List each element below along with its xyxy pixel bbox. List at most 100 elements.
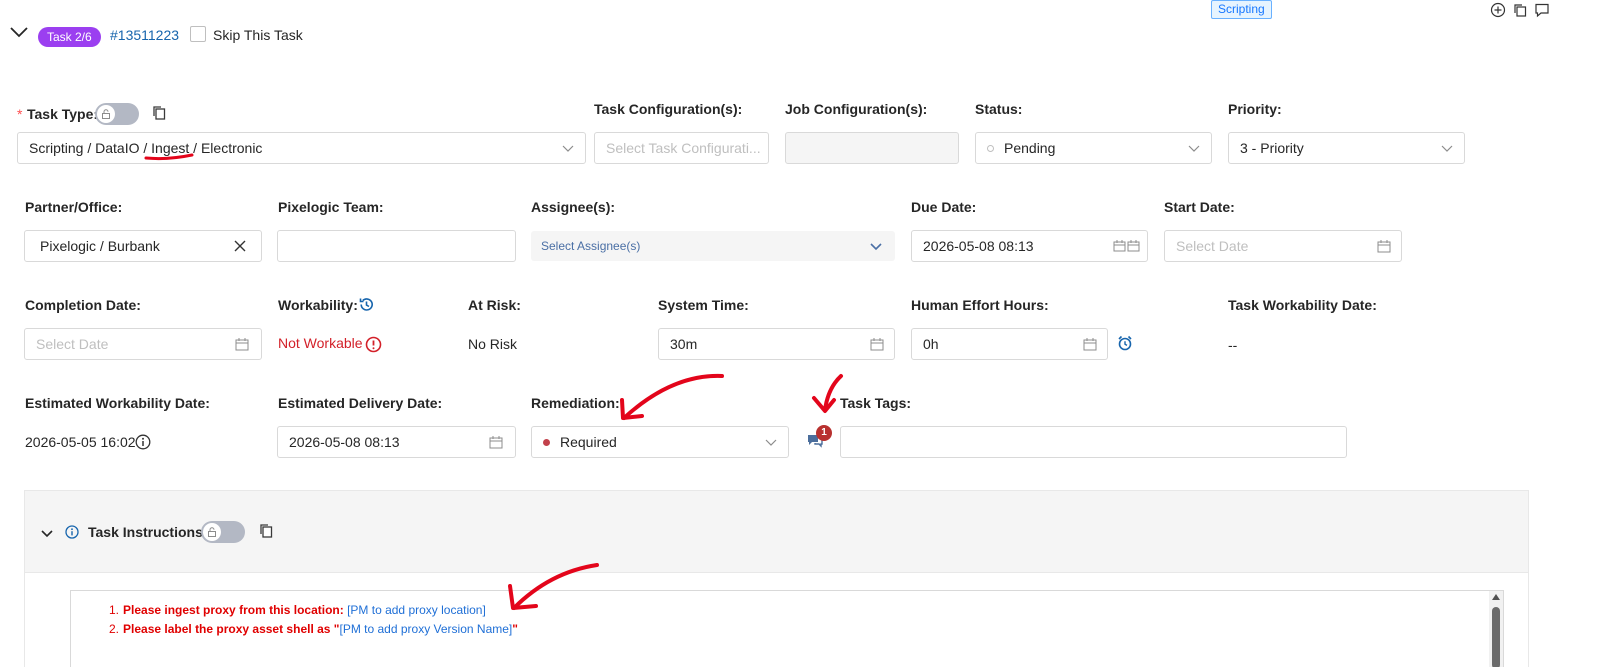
priority-select[interactable]: 3 - Priority bbox=[1228, 132, 1465, 164]
completion-date-label: Completion Date: bbox=[25, 297, 141, 313]
chevron-down-icon bbox=[1440, 141, 1454, 155]
priority-label: Priority: bbox=[1228, 101, 1282, 117]
task-badge: Task 2/6 bbox=[38, 27, 101, 47]
remediation-dot-icon bbox=[543, 438, 550, 446]
calendar-icon bbox=[1113, 239, 1141, 253]
alarm-clock-icon[interactable] bbox=[1117, 335, 1133, 351]
copy-task-type-icon[interactable] bbox=[151, 105, 167, 121]
start-date-picker[interactable]: Select Date bbox=[1164, 230, 1402, 262]
est-delivery-value: 2026-05-08 08:13 bbox=[289, 434, 400, 450]
skip-task-checkbox[interactable] bbox=[190, 26, 206, 42]
calendar-icon bbox=[1083, 337, 1097, 351]
calendar-icon bbox=[235, 337, 249, 351]
assignee-placeholder: Select Assignee(s) bbox=[541, 239, 641, 253]
remediation-label: Remediation: bbox=[531, 395, 620, 411]
job-config-label: Job Configuration(s): bbox=[785, 101, 928, 117]
task-type-label: Task Type: bbox=[27, 106, 99, 122]
task-type-toggle[interactable] bbox=[95, 103, 139, 125]
task-config-label: Task Configuration(s): bbox=[594, 101, 743, 117]
status-select[interactable]: Pending bbox=[975, 132, 1212, 164]
copy-icon[interactable] bbox=[1512, 2, 1528, 18]
category-tag: Scripting bbox=[1211, 0, 1272, 19]
instruction-line-2: 2. Please label the proxy asset shell as … bbox=[109, 622, 518, 636]
est-delivery-picker[interactable]: 2026-05-08 08:13 bbox=[277, 426, 516, 458]
start-date-label: Start Date: bbox=[1164, 199, 1235, 215]
system-time-input[interactable]: 30m bbox=[658, 328, 895, 360]
task-id-link[interactable]: #13511223 bbox=[110, 27, 179, 43]
completion-date-picker[interactable]: Select Date bbox=[24, 328, 262, 360]
task-tags-input[interactable] bbox=[840, 426, 1347, 458]
editor-scrollbar[interactable] bbox=[1489, 591, 1503, 667]
skip-task-label: Skip This Task bbox=[213, 27, 303, 43]
remediation-select[interactable]: Required bbox=[531, 426, 789, 458]
status-dot-icon bbox=[987, 144, 994, 152]
assignee-label: Assignee(s): bbox=[531, 199, 616, 215]
instruction-placeholder-link[interactable]: [PM to add proxy location] bbox=[347, 603, 486, 617]
est-workability-label: Estimated Workability Date: bbox=[25, 395, 210, 411]
completion-date-placeholder: Select Date bbox=[36, 336, 109, 352]
team-input[interactable] bbox=[277, 230, 516, 262]
start-date-placeholder: Select Date bbox=[1176, 238, 1249, 254]
instructions-editor[interactable]: 1. Please ingest proxy from this location… bbox=[70, 590, 1504, 667]
status-value: Pending bbox=[1004, 140, 1056, 156]
system-time-value: 30m bbox=[670, 336, 698, 352]
required-asterisk: * bbox=[17, 106, 23, 122]
calendar-icon bbox=[1377, 239, 1391, 253]
scroll-up-arrow-icon[interactable] bbox=[1492, 594, 1500, 600]
instruction-text: Please label the proxy asset shell as bbox=[123, 622, 334, 636]
annotation-arrow-instructions bbox=[508, 563, 599, 610]
task-instructions-toggle[interactable] bbox=[201, 521, 245, 543]
partner-value: Pixelogic / Burbank bbox=[40, 238, 160, 254]
task-instructions-title: Task Instructions bbox=[88, 524, 203, 540]
human-effort-label: Human Effort Hours: bbox=[911, 297, 1049, 313]
task-instructions-header[interactable]: Task Instructions bbox=[25, 491, 1528, 573]
scrollbar-thumb[interactable] bbox=[1492, 607, 1500, 667]
annotation-arrow-remediation bbox=[620, 373, 724, 420]
line-number: 1. bbox=[109, 603, 120, 617]
instruction-placeholder-link[interactable]: [PM to add proxy Version Name] bbox=[340, 622, 513, 636]
copy-instructions-icon[interactable] bbox=[258, 523, 274, 539]
comment-icon[interactable] bbox=[1534, 2, 1550, 18]
due-date-label: Due Date: bbox=[911, 199, 977, 215]
task-type-select[interactable]: Scripting / DataIO / Ingest / Electronic bbox=[17, 132, 586, 164]
annotation-underline bbox=[144, 153, 194, 161]
collapse-chevron-icon[interactable] bbox=[10, 26, 28, 38]
system-time-label: System Time: bbox=[658, 297, 749, 313]
clear-icon[interactable] bbox=[233, 239, 247, 253]
remediation-value: Required bbox=[560, 434, 617, 450]
calendar-icon bbox=[870, 337, 884, 351]
status-label: Status: bbox=[975, 101, 1023, 117]
task-tags-label: Task Tags: bbox=[840, 395, 912, 411]
human-effort-input[interactable]: 0h bbox=[911, 328, 1108, 360]
workability-value: Not Workable bbox=[278, 335, 363, 351]
human-effort-value: 0h bbox=[923, 336, 939, 352]
at-risk-value: No Risk bbox=[468, 336, 518, 352]
history-icon[interactable] bbox=[358, 296, 375, 313]
info-circle-icon[interactable] bbox=[135, 434, 151, 450]
due-date-picker[interactable]: 2026-05-08 08:13 bbox=[911, 230, 1148, 262]
task-config-placeholder: Select Task Configurati... bbox=[606, 140, 761, 156]
due-date-value: 2026-05-08 08:13 bbox=[923, 238, 1034, 254]
comment-count-badge: 1 bbox=[816, 425, 832, 441]
est-delivery-label: Estimated Delivery Date: bbox=[278, 395, 443, 411]
task-workability-value: -- bbox=[1228, 337, 1238, 353]
partner-select[interactable]: Pixelogic / Burbank bbox=[24, 230, 262, 262]
collapse-chevron-icon[interactable] bbox=[41, 529, 53, 538]
workability-label: Workability: bbox=[278, 297, 358, 313]
chevron-down-icon bbox=[561, 141, 575, 155]
unlock-icon bbox=[203, 523, 221, 541]
priority-value: 3 - Priority bbox=[1240, 140, 1304, 156]
line-number: 2. bbox=[109, 622, 120, 636]
add-circle-icon[interactable] bbox=[1490, 2, 1506, 18]
task-workability-label: Task Workability Date: bbox=[1228, 297, 1377, 313]
annotation-arrow-comments bbox=[812, 374, 843, 413]
task-config-select[interactable]: Select Task Configurati... bbox=[594, 132, 769, 164]
instruction-line-1: 1. Please ingest proxy from this location… bbox=[109, 603, 486, 617]
est-workability-value: 2026-05-05 16:02 bbox=[25, 434, 136, 450]
calendar-icon bbox=[489, 435, 503, 449]
info-circle-icon bbox=[65, 525, 79, 539]
assignee-select[interactable]: Select Assignee(s) bbox=[531, 231, 895, 261]
job-config-select bbox=[785, 132, 959, 164]
task-instructions-panel: Task Instructions 1. Please ingest proxy … bbox=[24, 490, 1529, 667]
chevron-down-icon bbox=[869, 239, 883, 256]
